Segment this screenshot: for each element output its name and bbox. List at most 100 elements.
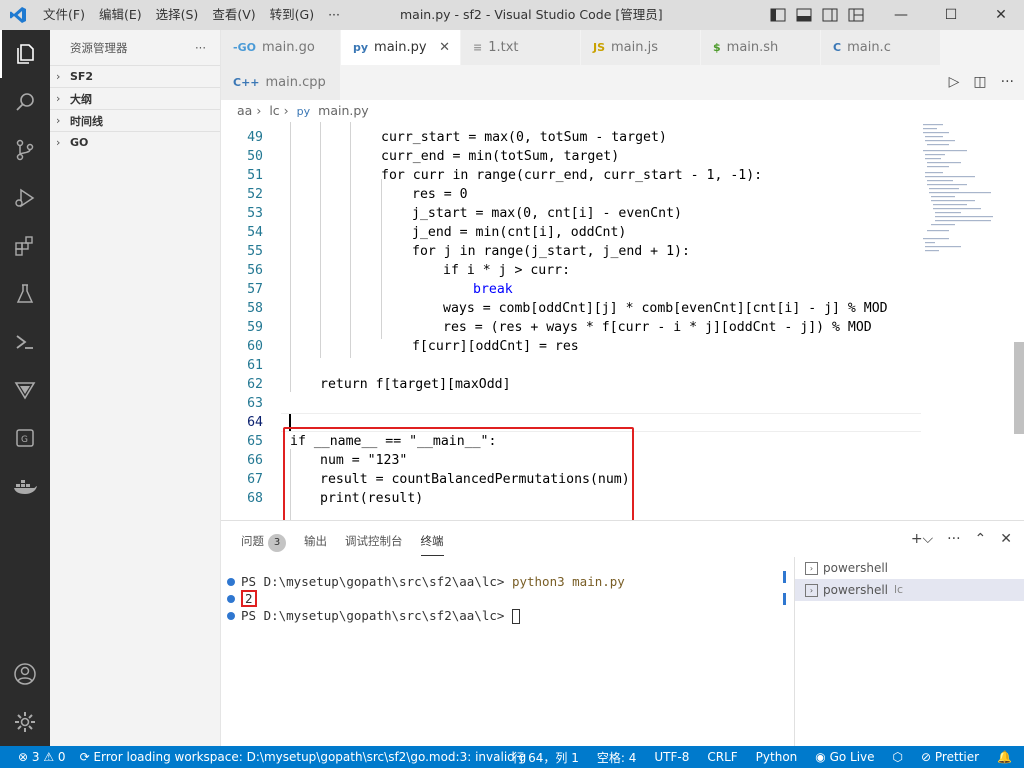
sidebar-title: 资源管理器 (70, 40, 128, 55)
close-window-button[interactable]: ✕ (978, 0, 1024, 30)
source-control-icon[interactable] (0, 126, 50, 174)
close-panel-icon[interactable]: ✕ (1000, 531, 1012, 547)
chevron-right-icon: › (256, 103, 262, 118)
minimize-button[interactable]: — (878, 0, 924, 30)
line-number: 56 (247, 263, 263, 278)
account-icon[interactable] (0, 650, 50, 698)
extension-status-icon[interactable]: ⬡ (893, 750, 903, 764)
tab-main-sh[interactable]: $ main.sh (701, 30, 821, 65)
breadcrumb: aa › lc › py main.py (221, 100, 1024, 122)
run-file-icon[interactable]: ▷ (949, 74, 960, 90)
breadcrumb-file[interactable]: main.py (318, 103, 369, 118)
search-icon[interactable] (0, 78, 50, 126)
tab-1-txt[interactable]: ≡ 1.txt (461, 30, 581, 65)
minimap[interactable] (921, 122, 1011, 262)
terminal-item-powershell[interactable]: › powershell (795, 557, 1024, 579)
explorer-sidebar: 资源管理器 ··· › SF2 › 大纲 › 时间线 › GO (50, 30, 221, 746)
sidebar-section-sf2[interactable]: › SF2 (50, 65, 220, 87)
more-actions-icon[interactable]: ··· (1001, 74, 1014, 90)
line-number: 59 (247, 320, 263, 335)
extensions-icon[interactable] (0, 222, 50, 270)
go-tools-icon[interactable]: G (0, 414, 50, 462)
command-decoration-icon (227, 595, 235, 603)
code-editor[interactable]: 49 curr_start = max(0, totSum - target) 5… (221, 122, 1024, 520)
encoding-status[interactable]: UTF-8 (654, 750, 689, 764)
menu-view[interactable]: 查看(V) (205, 0, 262, 30)
breadcrumb-aa[interactable]: aa (237, 103, 252, 118)
workspace-error-status[interactable]: ⟳ Error loading workspace: D:\mysetup\go… (80, 750, 527, 764)
terminal-line: PS D:\mysetup\gopath\src\sf2\aa\lc> pyth… (227, 573, 787, 590)
line-number: 67 (247, 472, 263, 487)
code-line: res = 0 (412, 187, 468, 202)
python-file-icon: py (296, 105, 311, 118)
line-number: 53 (247, 206, 263, 221)
language-status[interactable]: Python (756, 750, 798, 764)
code-line: res = (res + ways * f[curr - i * j][oddC… (443, 320, 872, 335)
tab-main-go[interactable]: -GO main.go (221, 30, 341, 65)
more-actions-icon[interactable]: ··· (947, 531, 960, 547)
testing-icon[interactable] (0, 270, 50, 318)
explorer-icon[interactable] (0, 30, 50, 78)
docker-icon[interactable] (0, 462, 50, 510)
breadcrumb-lc[interactable]: lc (269, 103, 279, 118)
maximize-panel-icon[interactable]: ⌃ (975, 531, 987, 547)
terminal-output[interactable]: PS D:\mysetup\gopath\src\sf2\aa\lc> pyth… (227, 573, 787, 624)
chevron-right-icon: › (56, 92, 61, 105)
cursor-position-status[interactable]: 行 64，列 1 (512, 749, 579, 766)
tab-output[interactable]: 输出 (304, 533, 327, 556)
code-line: j_end = min(cnt[i], oddCnt) (412, 225, 627, 240)
tab-main-c[interactable]: Cmain.c (821, 30, 941, 65)
terminal-command: python3 main.py (511, 574, 625, 589)
sidebar-section-go[interactable]: › GO (50, 131, 220, 153)
problems-count-badge: 3 (268, 534, 286, 552)
terminal-item-powershell-lc[interactable]: › powershell lc (795, 579, 1024, 601)
vscode-window: 文件(F) 编辑(E) 选择(S) 查看(V) 转到(G) ··· main.p… (0, 0, 1024, 768)
annotation-box (283, 427, 634, 520)
tab-main-py[interactable]: py main.py ✕ (341, 30, 461, 65)
split-editor-icon[interactable]: ◫ (973, 74, 986, 90)
line-number: 63 (247, 396, 263, 411)
eol-status[interactable]: CRLF (707, 750, 737, 764)
menu-goto[interactable]: 转到(G) (263, 0, 321, 30)
indentation-status[interactable]: 空格: 4 (597, 749, 637, 766)
code-line: curr_end = min(totSum, target) (381, 149, 620, 164)
run-debug-icon[interactable] (0, 174, 50, 222)
new-terminal-icon[interactable]: +⌵ (911, 531, 933, 547)
go-live-status[interactable]: ◉ Go Live (815, 750, 874, 764)
close-tab-icon[interactable]: ✕ (439, 40, 450, 55)
settings-gear-icon[interactable] (0, 698, 50, 746)
notifications-bell-icon[interactable]: 🔔 (997, 750, 1012, 764)
prettier-status[interactable]: ⊘ Prettier (921, 750, 979, 764)
menu-edit[interactable]: 编辑(E) (92, 0, 149, 30)
sidebar-section-outline[interactable]: › 大纲 (50, 87, 220, 109)
toggle-sidebar-icon[interactable] (770, 8, 786, 22)
shell-file-icon: $ (713, 41, 721, 54)
problems-status[interactable]: ⊗ 3 ⚠ 0 (18, 750, 66, 764)
menu-file[interactable]: 文件(F) (36, 0, 92, 30)
remote-explorer-icon[interactable] (0, 318, 50, 366)
code-line: return f[target][maxOdd] (320, 377, 511, 392)
tab-main-cpp[interactable]: C++ main.cpp (221, 65, 341, 100)
editor-scrollbar[interactable] (1014, 342, 1024, 434)
menu-more[interactable]: ··· (321, 0, 347, 30)
command-decoration-icon (227, 612, 235, 620)
tab-debug-console[interactable]: 调试控制台 (345, 533, 403, 556)
triangle-icon[interactable] (0, 366, 50, 414)
toggle-secondary-sidebar-icon[interactable] (822, 8, 838, 22)
status-bar: ⊗ 3 ⚠ 0 ⟳ Error loading workspace: D:\my… (0, 746, 1024, 768)
bottom-panel: 问题 3 输出 调试控制台 终端 +⌵ ··· ⌃ ✕ PS D:\mysetup… (221, 520, 1024, 747)
toggle-panel-icon[interactable] (796, 8, 812, 22)
sync-icon: ⟳ (79, 750, 94, 764)
sidebar-more-icon[interactable]: ··· (195, 41, 206, 55)
tab-terminal[interactable]: 终端 (420, 533, 444, 556)
customize-layout-icon[interactable] (848, 8, 864, 22)
code-line: for curr in range(curr_end, curr_start -… (381, 168, 763, 183)
line-number: 62 (247, 377, 263, 392)
menu-selection[interactable]: 选择(S) (149, 0, 206, 30)
maximize-button[interactable]: ☐ (928, 0, 974, 30)
tab-main-js[interactable]: JS main.js (581, 30, 701, 65)
svg-text:G: G (21, 435, 28, 445)
code-line: j_start = max(0, cnt[i] - evenCnt) (412, 206, 682, 221)
sidebar-section-timeline[interactable]: › 时间线 (50, 109, 220, 131)
tab-problems[interactable]: 问题 3 (241, 533, 286, 556)
